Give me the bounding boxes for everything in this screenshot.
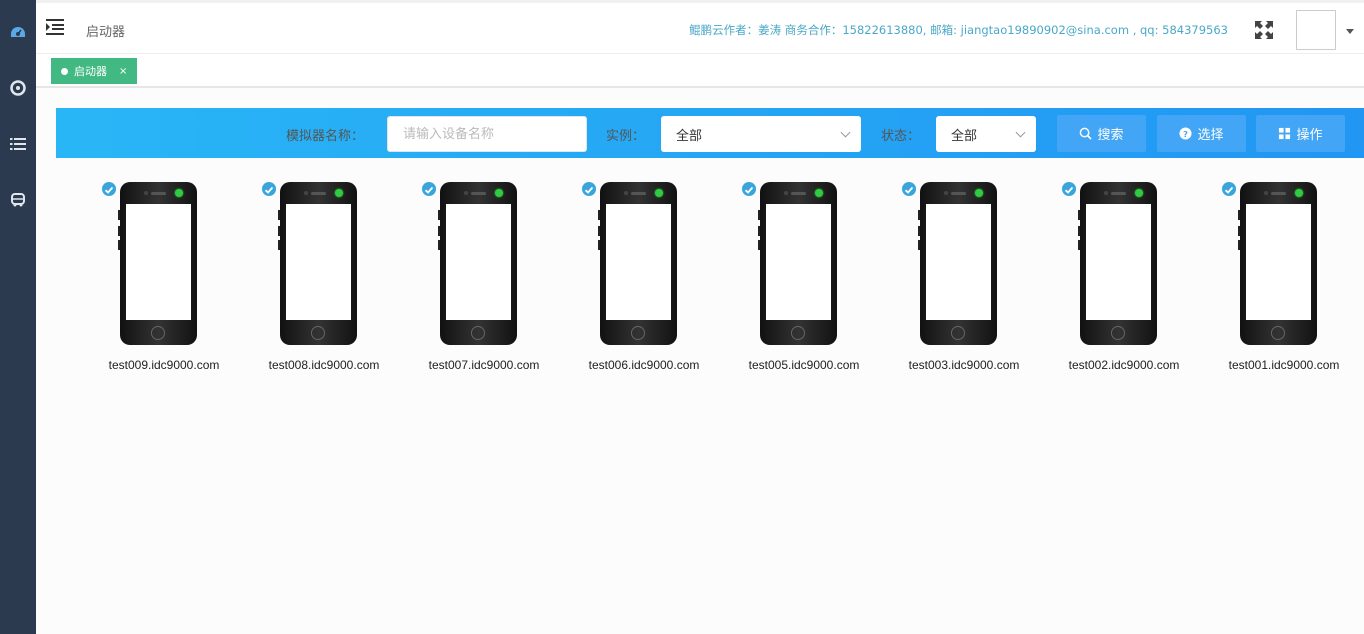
check-circle-icon[interactable] [1222, 182, 1236, 196]
phone-screen[interactable] [286, 204, 351, 320]
status-led-icon [655, 189, 663, 197]
device-name: test009.idc9000.com [108, 358, 220, 372]
home-button-icon [151, 326, 165, 340]
home-button-icon [471, 326, 485, 340]
phone-icon[interactable] [118, 182, 197, 345]
check-circle-icon[interactable] [422, 182, 436, 196]
status-led-icon [175, 189, 183, 197]
device-card[interactable]: test002.idc9000.com [1054, 180, 1194, 380]
fullscreen-icon[interactable] [1254, 20, 1274, 40]
device-card[interactable]: test001.idc9000.com [1214, 180, 1354, 380]
status-led-icon [975, 189, 983, 197]
phone-icon[interactable] [598, 182, 677, 345]
name-filter-label: 模拟器名称： [286, 129, 365, 144]
top-header: 启动器 鲲鹏云作者：姜涛 商务合作：15822613880, 邮箱: jiang… [36, 0, 1364, 54]
chevron-down-icon [1015, 127, 1026, 138]
avatar[interactable] [1296, 10, 1336, 50]
main-content: 模拟器名称： 实例： 全部 状态： 全部 搜索 ? 选择 操作 test009.… [36, 88, 1364, 634]
device-name: test002.idc9000.com [1068, 358, 1180, 372]
target-icon[interactable] [9, 79, 27, 97]
status-led-icon [335, 189, 343, 197]
device-name: test008.idc9000.com [268, 358, 380, 372]
phone-screen[interactable] [926, 204, 991, 320]
home-button-icon [1111, 326, 1125, 340]
check-circle-icon[interactable] [1062, 182, 1076, 196]
home-button-icon [951, 326, 965, 340]
device-name: test006.idc9000.com [588, 358, 700, 372]
page-title: 启动器 [86, 25, 126, 40]
status-filter-label: 状态： [881, 129, 921, 144]
status-led-icon [495, 189, 503, 197]
device-name: test001.idc9000.com [1228, 358, 1340, 372]
chevron-down-icon [840, 127, 851, 138]
device-card[interactable]: test009.idc9000.com [94, 180, 234, 380]
bus-icon[interactable] [9, 191, 27, 209]
phone-icon[interactable] [1078, 182, 1157, 345]
status-select-value: 全部 [951, 128, 978, 144]
svg-text:?: ? [1184, 129, 1189, 139]
phone-screen[interactable] [1246, 204, 1311, 320]
phone-screen[interactable] [446, 204, 511, 320]
caret-down-icon[interactable] [1346, 29, 1354, 34]
phone-screen[interactable] [1086, 204, 1151, 320]
author-info: 鲲鹏云作者：姜涛 商务合作：15822613880, 邮箱: jiangtao1… [689, 23, 1228, 37]
list-icon[interactable] [9, 135, 27, 153]
check-circle-icon[interactable] [102, 182, 116, 196]
sidebar [0, 0, 36, 634]
search-button-label: 搜索 [1097, 128, 1124, 143]
device-name-input[interactable] [387, 116, 587, 152]
device-name: test003.idc9000.com [908, 358, 1020, 372]
home-button-icon [1271, 326, 1285, 340]
home-button-icon [311, 326, 325, 340]
tab-bar: 启动器 × [36, 54, 1364, 88]
instance-select[interactable]: 全部 [661, 116, 861, 152]
phone-icon[interactable] [918, 182, 997, 345]
device-name: test007.idc9000.com [428, 358, 540, 372]
device-name: test005.idc9000.com [748, 358, 860, 372]
phone-screen[interactable] [606, 204, 671, 320]
menu-toggle-icon[interactable] [46, 19, 64, 35]
tab-launcher[interactable]: 启动器 × [51, 58, 138, 84]
status-led-icon [815, 189, 823, 197]
operate-button-label: 操作 [1296, 128, 1323, 143]
device-card[interactable]: test007.idc9000.com [414, 180, 554, 380]
select-button-label: 选择 [1197, 128, 1224, 143]
device-card[interactable]: test006.idc9000.com [574, 180, 714, 380]
phone-screen[interactable] [766, 204, 831, 320]
check-circle-icon[interactable] [902, 182, 916, 196]
search-button[interactable]: 搜索 [1057, 115, 1146, 152]
phone-icon[interactable] [438, 182, 517, 345]
home-button-icon [631, 326, 645, 340]
status-select[interactable]: 全部 [936, 116, 1036, 152]
tab-close-icon[interactable]: × [119, 66, 127, 77]
phone-icon[interactable] [278, 182, 357, 345]
search-icon [1080, 127, 1093, 140]
status-led-icon [1135, 189, 1143, 197]
dashboard-icon[interactable] [9, 23, 27, 41]
status-led-icon [1295, 189, 1303, 197]
device-card[interactable]: test008.idc9000.com [254, 180, 394, 380]
select-button[interactable]: ? 选择 [1157, 115, 1246, 152]
check-circle-icon[interactable] [582, 182, 596, 196]
filter-bar: 模拟器名称： 实例： 全部 状态： 全部 搜索 ? 选择 操作 [56, 108, 1364, 158]
instance-filter-label: 实例： [606, 129, 646, 144]
tab-label: 启动器 [74, 65, 107, 78]
instance-select-value: 全部 [676, 128, 703, 144]
check-circle-icon[interactable] [262, 182, 276, 196]
home-button-icon [791, 326, 805, 340]
phone-screen[interactable] [126, 204, 191, 320]
device-card[interactable]: test003.idc9000.com [894, 180, 1034, 380]
check-circle-icon[interactable] [742, 182, 756, 196]
phone-icon[interactable] [1238, 182, 1317, 345]
question-circle-icon: ? [1179, 127, 1193, 140]
device-card[interactable]: test005.idc9000.com [734, 180, 874, 380]
operate-button[interactable]: 操作 [1256, 115, 1345, 152]
grid-icon [1279, 127, 1291, 140]
phone-icon[interactable] [758, 182, 837, 345]
active-dot-icon [61, 67, 68, 75]
